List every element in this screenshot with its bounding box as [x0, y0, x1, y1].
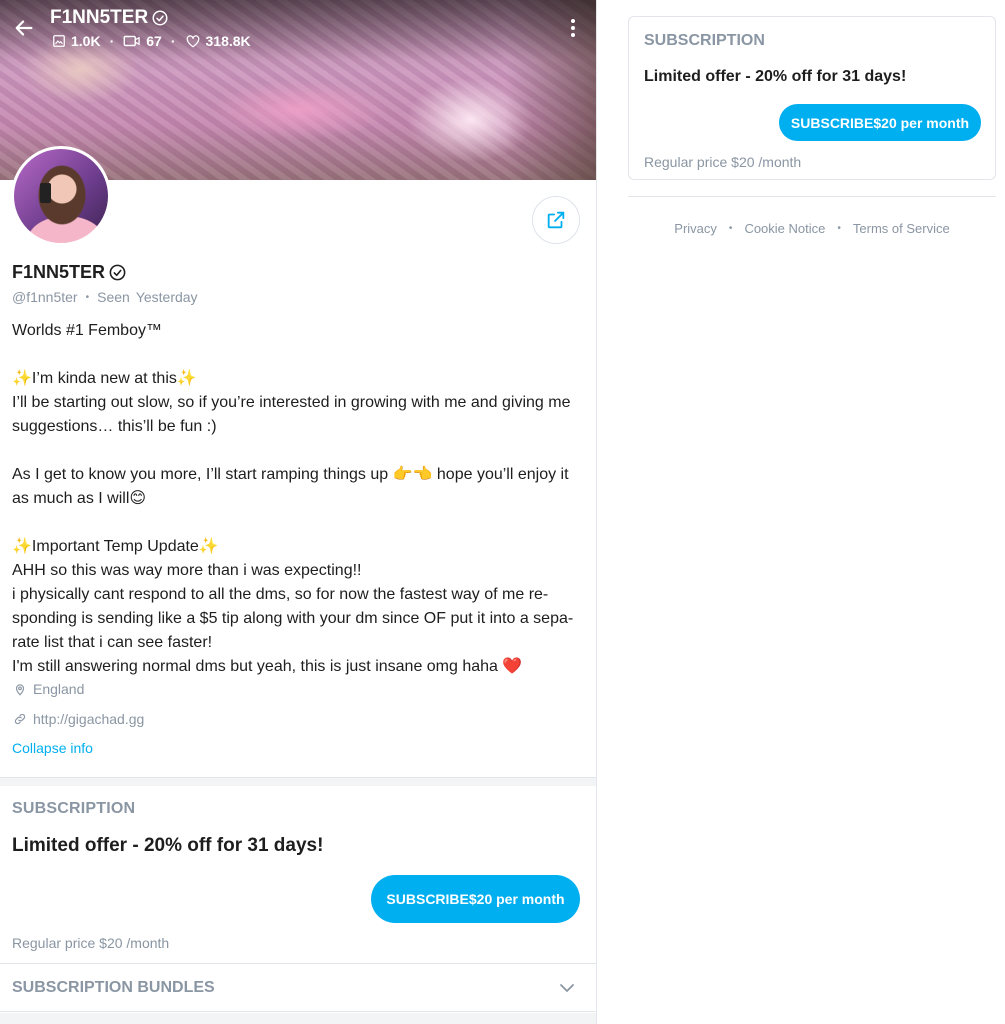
verified-badge-icon: [109, 264, 126, 281]
bio-line: Worlds #1 Femboy™: [12, 322, 162, 339]
seen-label: Seen: [97, 289, 130, 305]
location-row: England: [13, 681, 84, 697]
profile-meta: @f1nn5ter • Seen Yesterday: [12, 289, 198, 305]
header-name-text: F1NN5TER: [50, 7, 149, 28]
limited-offer-text: Limited offer - 20% off for 31 days!: [644, 68, 907, 85]
subscription-card: SUBSCRIPTION Limited offer - 20% off for…: [628, 16, 996, 180]
seen-value: Yesterday: [135, 289, 198, 305]
bio-line: I’ll be starting out slow, so if you’re …: [12, 394, 571, 435]
share-icon: [547, 211, 565, 229]
section-divider: [0, 1013, 596, 1024]
bio-line: [12, 343, 582, 367]
link-icon: [14, 713, 26, 725]
profile-column: F1NN5TER 1.0K · 67 · 318.8K F1NN5TER @f1…: [0, 0, 597, 1024]
share-button[interactable]: [532, 196, 580, 244]
heart-icon: [186, 35, 199, 48]
arrow-left-icon: [15, 20, 33, 36]
avatar[interactable]: [11, 146, 111, 246]
header-name: F1NN5TER: [50, 7, 169, 29]
bio-line: ✨I’m kinda new at this✨: [12, 370, 197, 387]
collapse-info-link[interactable]: Collapse info: [12, 740, 93, 756]
bio: Worlds #1 Femboy™ ✨I’m kinda new at this…: [12, 319, 582, 679]
location-pin-icon: [15, 683, 25, 696]
subscription-bundles-label: SUBSCRIPTION BUNDLES: [12, 979, 215, 996]
bio-line: AHH so this was way more than i was expe…: [12, 562, 362, 579]
profile-name: F1NN5TER: [12, 262, 127, 283]
cookie-notice-link[interactable]: Cookie Notice: [744, 221, 825, 236]
subscription-bundles-toggle[interactable]: SUBSCRIPTION BUNDLES: [0, 963, 596, 1012]
website-link[interactable]: http://gigachad.gg: [33, 711, 144, 727]
bio-line: [12, 511, 582, 535]
section-divider: [0, 777, 596, 786]
stat-videos: 67: [123, 33, 162, 49]
chevron-down-icon: [560, 984, 574, 992]
subscribe-button[interactable]: SUBSCRIBE$20 per month: [779, 104, 981, 141]
subscription-title: SUBSCRIPTION: [12, 800, 136, 817]
image-icon: [53, 35, 65, 47]
username: @f1nn5ter: [12, 289, 78, 305]
terms-of-service-link[interactable]: Terms of Service: [853, 221, 950, 236]
bio-line: ✨Important Temp Update✨: [12, 538, 219, 555]
bio-line: i physically cant respond to all the dms…: [12, 586, 574, 651]
bio-line: [12, 439, 582, 463]
subscribe-button[interactable]: SUBSCRIBE$20 per month: [371, 875, 580, 923]
stat-likes: 318.8K: [185, 33, 251, 49]
more-options-button[interactable]: [562, 14, 584, 42]
website-row[interactable]: http://gigachad.gg: [13, 711, 144, 727]
bio-line: I'm still answering normal dms but yeah,…: [12, 658, 523, 675]
privacy-link[interactable]: Privacy: [674, 221, 717, 236]
stat-photos: 1.0K: [52, 33, 101, 49]
divider: [628, 196, 996, 197]
location-text: England: [33, 681, 85, 697]
regular-price: Regular price $20 /month: [644, 154, 802, 170]
back-button[interactable]: [10, 14, 38, 42]
verified-badge-icon: [152, 10, 168, 26]
bio-line: As I get to know you more, I’ll start ra…: [12, 466, 569, 507]
subscription-title: SUBSCRIPTION: [644, 32, 765, 49]
video-icon: [123, 35, 140, 47]
header-stats: 1.0K · 67 · 318.8K: [52, 33, 251, 49]
regular-price: Regular price $20 /month: [12, 935, 170, 951]
limited-offer-text: Limited offer - 20% off for 31 days!: [12, 835, 324, 856]
footer-links: Privacy • Cookie Notice • Terms of Servi…: [674, 221, 950, 236]
